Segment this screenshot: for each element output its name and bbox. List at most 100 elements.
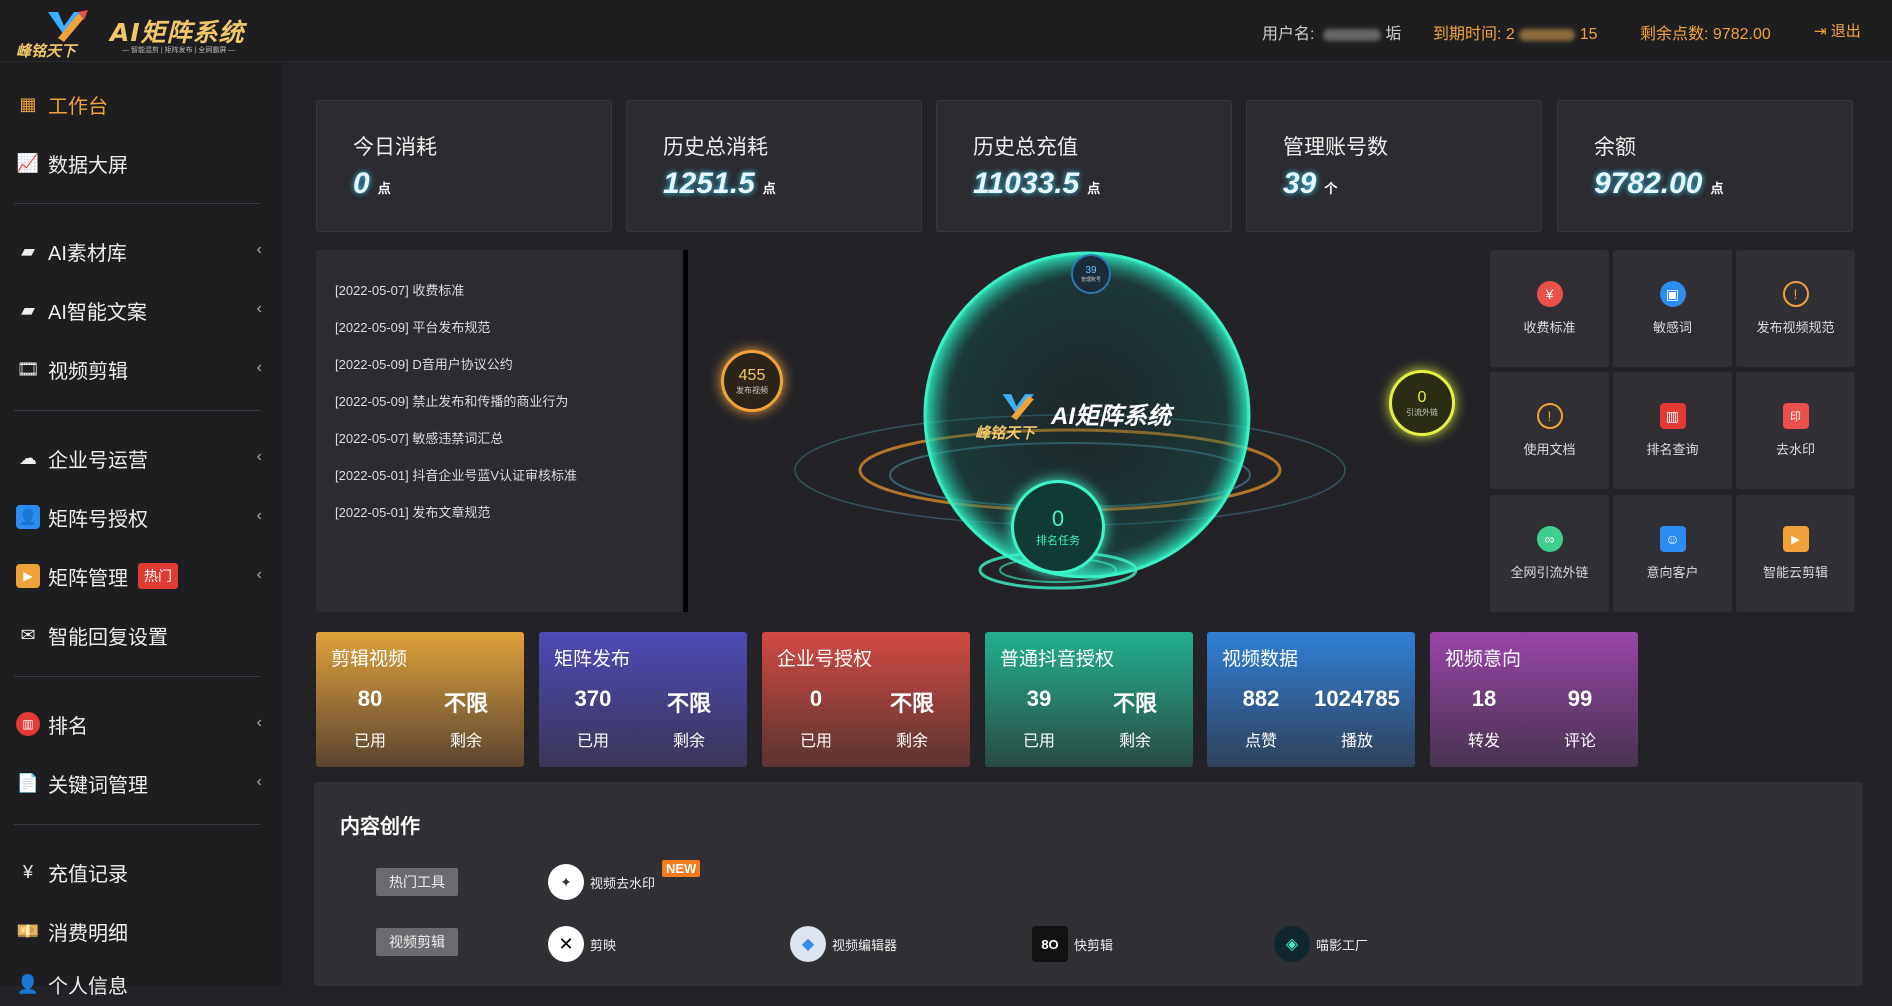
card-title: 企业号授权 — [777, 649, 873, 670]
quick-rank-query[interactable]: ▥ 排名查询 — [1613, 372, 1732, 489]
stat-value: 1251.5 点 — [663, 167, 776, 201]
card-enterprise-auth[interactable]: 企业号授权 0 不限 已用 剩余 — [762, 632, 970, 767]
card-value-used: 370 — [574, 686, 612, 711]
card-edit-video[interactable]: 剪辑视频 80 不限 已用 剩余 — [316, 632, 524, 767]
sidebar-item-consumption[interactable]: 💴 消费明细 — [0, 909, 282, 953]
sidebar-item-workbench[interactable]: ▦ 工作台 — [0, 82, 282, 126]
stat-number: 0 — [353, 167, 370, 200]
quick-intent-customers[interactable]: ☺ 意向客户 — [1613, 495, 1732, 612]
stat-number: 11033.5 — [973, 167, 1080, 200]
sidebar-item-matrix-management[interactable]: ▶ 矩阵管理 热门 ‹ — [0, 554, 282, 598]
quick-cloud-editing[interactable]: ▶ 智能云剪辑 — [1736, 495, 1855, 612]
card-label-remaining: 剩余 — [1118, 733, 1151, 750]
chevron-left-icon: ‹ — [256, 359, 262, 376]
sidebar-item-data-screen[interactable]: 📈 数据大屏 — [0, 141, 282, 185]
notice-date: [2022-05-01] — [335, 468, 409, 483]
filmora-icon: ◈ — [1274, 926, 1310, 962]
dewatermark-icon: ✦ — [548, 864, 584, 900]
yen-badge-icon: ¥ — [1536, 281, 1563, 307]
chevron-left-icon: ‹ — [256, 241, 262, 258]
sidebar-item-label: 工作台 — [48, 95, 108, 118]
card-douyin-auth[interactable]: 普通抖音授权 39 不限 已用 剩余 — [985, 632, 1193, 767]
quick-label: 敏感词 — [1652, 320, 1692, 335]
sidebar-item-ai-materials[interactable]: ▰ AI素材库 ‹ — [0, 229, 282, 273]
quick-label: 收费标准 — [1523, 320, 1576, 335]
quick-sensitive-words[interactable]: ▣ 敏感词 — [1613, 250, 1732, 367]
quick-fee-standard[interactable]: ¥ 收费标准 — [1490, 250, 1609, 367]
orb-published-videos: 455 发布视频 — [721, 350, 783, 412]
card-video-data[interactable]: 视频数据 882 1024785 点赞 播放 — [1207, 632, 1415, 767]
sidebar-item-recharge-records[interactable]: ¥ 充值记录 — [0, 850, 282, 894]
notice-item[interactable]: [2022-05-09] 禁止发布和传播的商业行为 — [335, 391, 568, 410]
mail-icon: ✉ — [20, 624, 36, 645]
stat-value: 9782.00 点 — [1594, 167, 1723, 201]
notice-item[interactable]: [2022-05-09] 平台发布规范 — [335, 317, 490, 336]
stat-unit: 点 — [762, 181, 776, 196]
sidebar-item-auto-reply[interactable]: ✉ 智能回复设置 — [0, 613, 282, 657]
stat-value: 0点 — [353, 167, 391, 201]
card-label-remaining: 剩余 — [672, 733, 705, 750]
quick-video-rules[interactable]: ! 发布视频规范 — [1736, 250, 1855, 367]
sidebar-item-label: 企业号运营 — [48, 449, 148, 472]
yen-icon: ¥ — [22, 861, 33, 882]
orb-value: 455 — [738, 366, 766, 384]
hot-badge: 热门 — [138, 563, 178, 589]
sidebar-item-ai-copywriting[interactable]: ▰ AI智能文案 ‹ — [0, 288, 282, 332]
logo[interactable]: AI矩阵系统 峰铭天下 — 智能混剪 | 矩阵发布 | 全网霸屏 — — [14, 8, 264, 60]
divider — [14, 676, 261, 677]
card-matrix-publish[interactable]: 矩阵发布 370 不限 已用 剩余 — [539, 632, 747, 767]
username-suffix: 垢 — [1385, 26, 1402, 43]
notice-item[interactable]: [2022-05-01] 发布文章规范 — [335, 502, 490, 521]
notice-date: [2022-05-09] — [335, 357, 409, 372]
tag-hot-tools: 热门工具 — [376, 868, 458, 896]
tool-capcut[interactable]: ✕ 剪映 — [548, 926, 616, 962]
tool-label: 喵影工厂 — [1316, 937, 1369, 953]
logout-button[interactable]: ⇥ 退出 — [1814, 20, 1861, 41]
person-icon: 👤 — [16, 973, 40, 994]
tool-video-editor[interactable]: ◆ 视频编辑器 — [790, 926, 897, 962]
card-video-intent[interactable]: 视频意向 18 99 转发 评论 — [1430, 632, 1638, 767]
quick-links-grid: ¥ 收费标准 ▣ 敏感词 ! 发布视频规范 ! 使用文档 ▥ 排名查询 印去水印 ∞ 全网引… — [1490, 250, 1859, 612]
quick-traffic-links[interactable]: ∞ 全网引流外链 — [1490, 495, 1609, 612]
card-title: 矩阵发布 — [554, 649, 631, 670]
sidebar-item-keywords[interactable]: 📄 关键词管理 ‹ — [0, 761, 282, 805]
card-value-remaining: 不限 — [666, 691, 711, 716]
stat-balance: 余额 9782.00 点 — [1557, 100, 1853, 232]
contact-icon: ☺ — [1659, 526, 1686, 552]
grid-icon: ▦ — [19, 93, 37, 114]
orb-label: 排名任务 — [1036, 535, 1080, 547]
stat-number: 1251.5 — [663, 167, 755, 200]
tool-label: 剪映 — [590, 937, 617, 953]
sidebar-item-label: 消费明细 — [48, 922, 128, 945]
sidebar-item-enterprise-ops[interactable]: ☁ 企业号运营 ‹ — [0, 436, 282, 480]
sidebar-item-profile[interactable]: 👤 个人信息 — [0, 962, 282, 1006]
notice-item[interactable]: [2022-05-01] 抖音企业号蓝V认证审核标准 — [335, 465, 577, 484]
notice-title: D音用户协议公约 — [412, 357, 513, 372]
briefcase-icon: ▣ — [1659, 281, 1686, 307]
card-label-plays: 播放 — [1340, 733, 1373, 750]
notice-item[interactable]: [2022-05-09] D音用户协议公约 — [335, 354, 513, 373]
notice-item[interactable]: [2022-05-07] 敏感违禁词汇总 — [335, 428, 503, 447]
quick-label: 使用文档 — [1523, 442, 1576, 457]
orb-label: 管理账号 — [1080, 277, 1101, 283]
sidebar-item-matrix-auth[interactable]: 👤 矩阵号授权 ‹ — [0, 495, 282, 539]
quick-dewatermark[interactable]: 印去水印 — [1736, 372, 1855, 489]
sidebar-item-label: 矩阵号授权 — [48, 508, 148, 531]
notice-list: [2022-05-07] 收费标准 [2022-05-09] 平台发布规范 [2… — [316, 250, 688, 612]
tool-kuaijianji[interactable]: 8O 快剪辑 — [1032, 926, 1113, 962]
sidebar-item-ranking[interactable]: ▥ 排名 ‹ — [0, 702, 282, 746]
card-value-used: 80 — [357, 686, 383, 711]
notice-item[interactable]: [2022-05-07] 收费标准 — [335, 280, 464, 299]
sidebar: ▦ 工作台 📈 数据大屏 ▰ AI素材库 ‹ ▰ AI智能文案 ‹ 🎞 视频剪辑… — [0, 62, 282, 998]
points-value: 9782.00 — [1712, 26, 1771, 43]
orb-ranking-tasks: 0 排名任务 — [1011, 480, 1105, 574]
username-label: 用户名: — [1262, 26, 1315, 43]
chevron-left-icon: ‹ — [256, 300, 262, 317]
quick-docs[interactable]: ! 使用文档 — [1490, 372, 1609, 489]
card-value-remaining: 不限 — [443, 691, 488, 716]
orb-label: 发布视频 — [736, 385, 768, 395]
tool-dewatermark[interactable]: ✦ 视频去水印 — [548, 864, 655, 900]
tool-filmora[interactable]: ◈ 喵影工厂 — [1274, 926, 1368, 962]
sidebar-item-video-editing[interactable]: 🎞 视频剪辑 ‹ — [0, 347, 282, 391]
sidebar-item-label: 个人信息 — [48, 975, 128, 998]
